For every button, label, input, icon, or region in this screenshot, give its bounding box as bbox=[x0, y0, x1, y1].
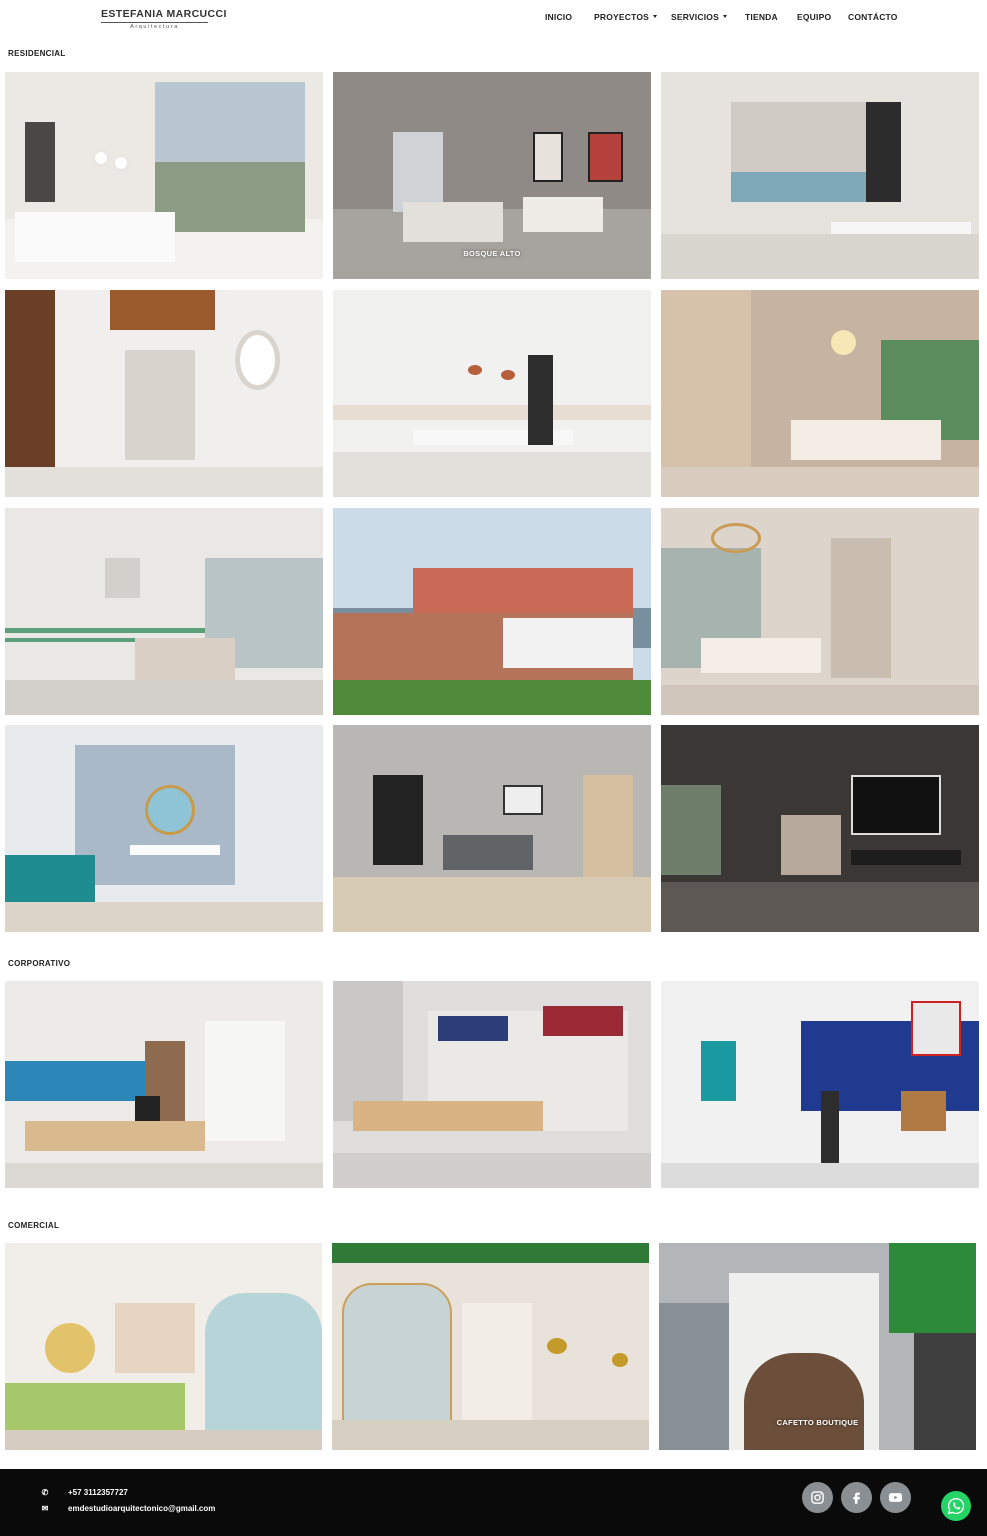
nav-proyectos[interactable]: PROYECTOS bbox=[594, 12, 658, 22]
project-tile-residencial-1[interactable] bbox=[5, 72, 323, 279]
section-title-comercial: COMERCIAL bbox=[8, 1221, 60, 1230]
caption-cafetto-boutique: CAFETTO BOUTIQUE bbox=[776, 1418, 859, 1427]
project-tile-residencial-12[interactable] bbox=[661, 725, 979, 932]
envelope-icon: ✉ bbox=[41, 1504, 49, 1513]
project-tile-residencial-5[interactable] bbox=[333, 290, 651, 497]
whatsapp-button[interactable] bbox=[941, 1491, 971, 1521]
youtube-button[interactable] bbox=[880, 1482, 911, 1513]
youtube-icon bbox=[888, 1493, 903, 1502]
caret-down-icon bbox=[722, 15, 727, 19]
section-title-residencial: RESIDENCIAL bbox=[8, 49, 66, 58]
project-tile-residencial-3[interactable] bbox=[661, 72, 979, 279]
caption-bosque-alto: BOSQUE ALTO bbox=[463, 249, 521, 258]
project-tile-bosque-alto[interactable]: BOSQUE ALTO bbox=[333, 72, 651, 279]
project-tile-cafetto-boutique[interactable]: CAFETTO BOUTIQUE bbox=[659, 1243, 976, 1450]
brand-tagline: Arquitectura bbox=[130, 24, 179, 30]
brand-logo[interactable]: ESTEFANIA MARCUCCI Arquitectura bbox=[101, 8, 227, 32]
instagram-icon bbox=[811, 1491, 824, 1504]
logo-divider bbox=[101, 22, 208, 23]
phone-icon: ✆ bbox=[41, 1488, 49, 1497]
nav-proyectos-label: PROYECTOS bbox=[594, 12, 650, 22]
nav-servicios-label: SERVICIOS bbox=[671, 12, 719, 22]
facebook-button[interactable] bbox=[841, 1482, 872, 1513]
nav-servicios[interactable]: SERVICIOS bbox=[671, 12, 727, 22]
project-tile-residencial-8[interactable] bbox=[333, 508, 651, 715]
instagram-button[interactable] bbox=[802, 1482, 833, 1513]
nav-contacto[interactable]: CONTÁCTO bbox=[848, 12, 898, 22]
nav-equipo-label: EQUIPO bbox=[797, 12, 832, 22]
project-tile-residencial-10[interactable] bbox=[5, 725, 323, 932]
nav-equipo[interactable]: EQUIPO bbox=[797, 12, 831, 22]
footer-phone-text: +57 3112357727 bbox=[68, 1488, 128, 1497]
project-tile-residencial-9[interactable] bbox=[661, 508, 979, 715]
nav-inicio-label: INICIO bbox=[545, 12, 573, 22]
footer-email[interactable]: ✉ emdestudioarquitectonico@gmail.com bbox=[40, 1504, 216, 1513]
footer-email-text: emdestudioarquitectonico@gmail.com bbox=[68, 1504, 216, 1513]
facebook-icon bbox=[853, 1492, 860, 1504]
project-tile-corporativo-1[interactable] bbox=[5, 981, 323, 1188]
project-tile-comercial-1[interactable] bbox=[5, 1243, 322, 1450]
nav-contacto-label: CONTÁCTO bbox=[848, 12, 898, 22]
section-title-corporativo: CORPORATIVO bbox=[8, 959, 71, 968]
footer-phone[interactable]: ✆ +57 3112357727 bbox=[40, 1488, 128, 1497]
nav-inicio[interactable]: INICIO bbox=[545, 12, 572, 22]
whatsapp-icon bbox=[947, 1497, 965, 1515]
project-tile-residencial-6[interactable] bbox=[661, 290, 979, 497]
project-tile-corporativo-3[interactable] bbox=[661, 981, 979, 1188]
site-header: ESTEFANIA MARCUCCI Arquitectura INICIO P… bbox=[0, 0, 987, 40]
project-tile-residencial-7[interactable] bbox=[5, 508, 323, 715]
site-footer: ✆ +57 3112357727 ✉ emdestudioarquitectonic… bbox=[0, 1469, 987, 1536]
nav-tienda[interactable]: TIENDA bbox=[745, 12, 778, 22]
project-tile-corporativo-2[interactable] bbox=[333, 981, 651, 1188]
brand-name: ESTEFANIA MARCUCCI bbox=[101, 8, 227, 20]
project-tile-residencial-4[interactable] bbox=[5, 290, 323, 497]
nav-tienda-label: TIENDA bbox=[745, 12, 778, 22]
project-tile-comercial-2[interactable] bbox=[332, 1243, 649, 1450]
project-tile-residencial-11[interactable] bbox=[333, 725, 651, 932]
caret-down-icon bbox=[653, 15, 658, 19]
